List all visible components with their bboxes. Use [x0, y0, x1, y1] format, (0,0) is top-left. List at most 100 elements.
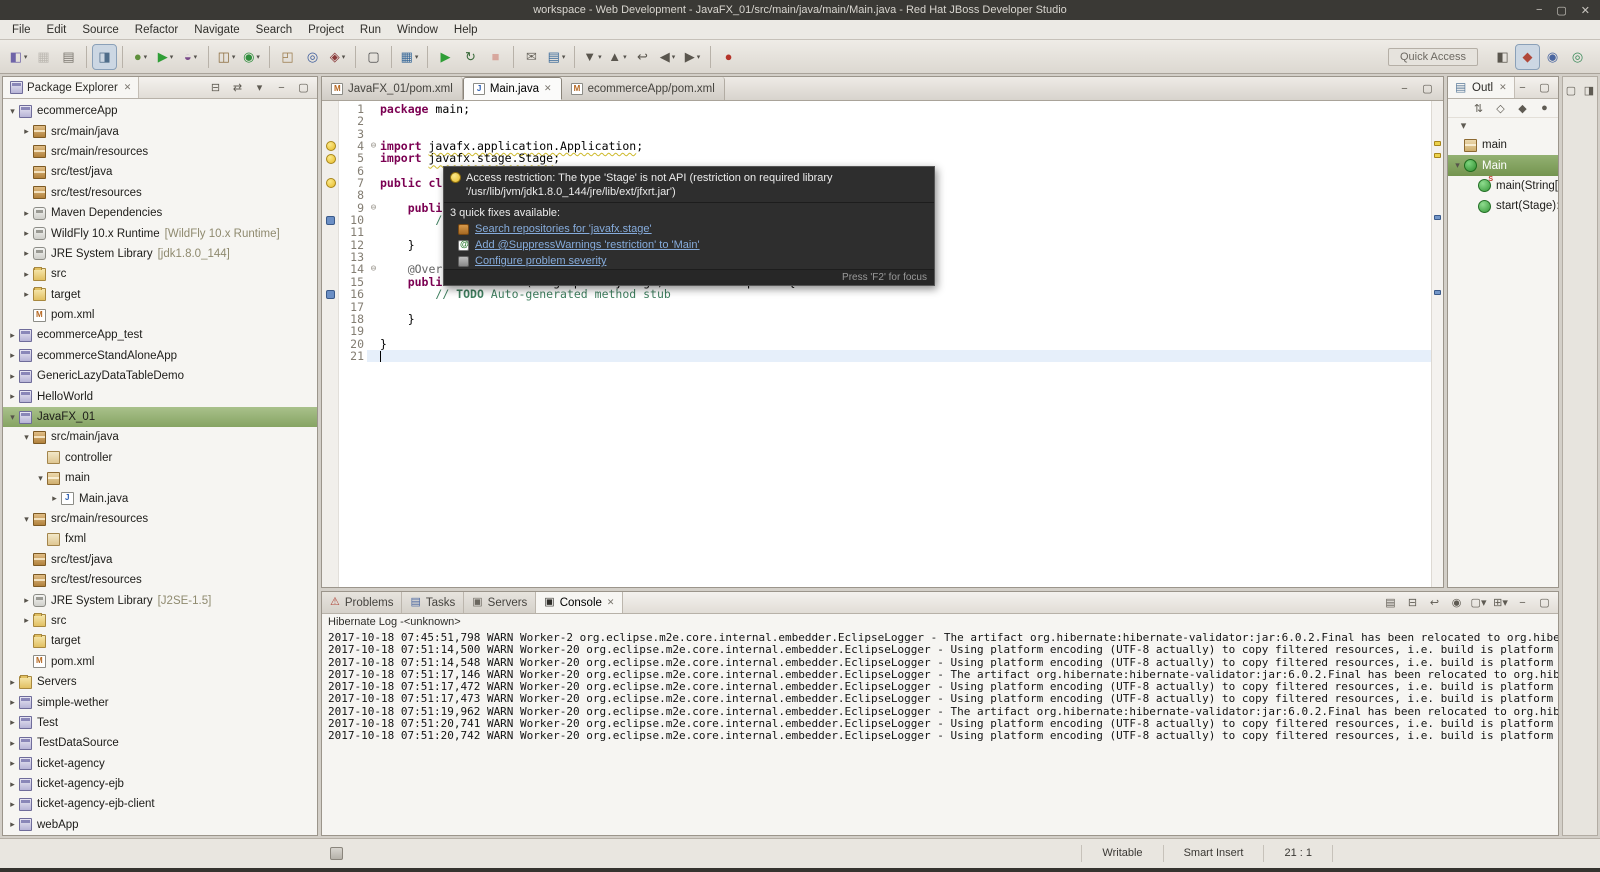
- coverage-button[interactable]: ◒ ▾: [179, 45, 202, 69]
- minimized-view-icon[interactable]: ▢: [1564, 83, 1578, 97]
- tree-item[interactable]: main: [1448, 135, 1558, 155]
- expand-arrow-icon[interactable]: ▸: [20, 228, 33, 239]
- menu-refactor[interactable]: Refactor: [127, 22, 186, 38]
- expand-arrow-icon[interactable]: ▾: [34, 473, 47, 484]
- dropdown-arrow-icon[interactable]: ▾: [415, 53, 419, 61]
- hide-static-button[interactable]: ◆: [1515, 101, 1530, 116]
- dropdown-arrow-icon[interactable]: ▾: [170, 53, 174, 61]
- open-perspective-button[interactable]: ◧: [1491, 45, 1514, 69]
- tab-outline[interactable]: Outl ✕: [1448, 77, 1515, 98]
- maximize-view-button[interactable]: ▢: [1537, 80, 1552, 95]
- clear-console-button[interactable]: ▤: [1383, 595, 1398, 610]
- view-menu-button[interactable]: ▾: [252, 80, 267, 95]
- expand-arrow-icon[interactable]: ▸: [6, 799, 19, 810]
- task-overview-mark[interactable]: [1434, 215, 1441, 220]
- expand-arrow-icon[interactable]: ▸: [20, 595, 33, 606]
- expand-arrow-icon[interactable]: ▸: [48, 493, 61, 504]
- code-line[interactable]: 2: [322, 115, 1431, 128]
- overview-ruler[interactable]: [1431, 101, 1443, 587]
- menu-window[interactable]: Window: [389, 22, 446, 38]
- tab-console[interactable]: ▣ Console ✕: [536, 592, 624, 613]
- tree-item[interactable]: ▸ Test: [3, 713, 317, 733]
- maximize-view-button[interactable]: ▢: [1420, 81, 1435, 96]
- tab-problems[interactable]: ⚠ Problems: [322, 592, 403, 613]
- web-perspective-button[interactable]: ◎: [1566, 45, 1589, 69]
- code-line[interactable]: 5 import javafx.stage.Stage;: [322, 152, 1431, 165]
- tree-item[interactable]: ▸ TestDataSource: [3, 733, 317, 753]
- javaee-perspective-button[interactable]: ◆: [1515, 43, 1540, 70]
- expand-arrow-icon[interactable]: ▸: [20, 289, 33, 300]
- task-marker-icon[interactable]: [326, 289, 335, 299]
- warn-overview-mark[interactable]: [1434, 153, 1441, 158]
- editor-body[interactable]: 1 package main; 2 3 4 ⊖ import javafx.applicat…: [322, 101, 1443, 587]
- close-button[interactable]: ✕: [1581, 4, 1590, 17]
- scroll-lock-button[interactable]: ⊟: [1405, 595, 1420, 610]
- tree-item[interactable]: ▸ Main.java: [3, 488, 317, 508]
- search-button[interactable]: ◎: [301, 45, 324, 69]
- tree-item[interactable]: ▸ ecommerceApp_test: [3, 325, 317, 345]
- expand-arrow-icon[interactable]: ▸: [6, 738, 19, 749]
- dropdown-arrow-icon[interactable]: ▾: [24, 53, 28, 61]
- tree-item[interactable]: ▸ ticket-agency: [3, 754, 317, 774]
- code-line[interactable]: 21: [322, 350, 1431, 362]
- database-button[interactable]: ▤ ▾: [545, 45, 568, 69]
- expand-arrow-icon[interactable]: ▸: [6, 330, 19, 341]
- view-menu-chevron-icon[interactable]: ▾: [1456, 118, 1471, 133]
- open-console-button[interactable]: ⊞▾: [1493, 595, 1508, 610]
- quickfix-link[interactable]: Configure problem severity: [475, 255, 606, 267]
- code-line[interactable]: 19: [322, 325, 1431, 338]
- tree-item[interactable]: ▸ src: [3, 264, 317, 284]
- warning-marker-icon[interactable]: [325, 153, 336, 164]
- dropdown-arrow-icon[interactable]: ▾: [194, 53, 198, 61]
- expand-arrow-icon[interactable]: ▸: [6, 819, 19, 830]
- dropdown-arrow-icon[interactable]: ▾: [623, 53, 627, 61]
- collapse-all-button[interactable]: ⊟: [208, 80, 223, 95]
- tree-item[interactable]: src/test/resources: [3, 570, 317, 590]
- tree-item[interactable]: ▸ simple-wether: [3, 692, 317, 712]
- java-perspective-button[interactable]: ◉: [1541, 45, 1564, 69]
- quickfix-item[interactable]: Add @SuppressWarnings 'restriction' to '…: [444, 237, 934, 253]
- console-output[interactable]: 2017-10-18 07:45:51,798 WARN Worker-2 or…: [322, 630, 1558, 835]
- tree-item[interactable]: fxml: [3, 529, 317, 549]
- tab-servers[interactable]: ▣ Servers: [464, 592, 537, 613]
- tree-item[interactable]: target: [3, 631, 317, 651]
- expand-arrow-icon[interactable]: ▸: [6, 779, 19, 790]
- tree-item[interactable]: ▾ src/main/resources: [3, 509, 317, 529]
- expand-arrow-icon[interactable]: ▸: [6, 371, 19, 382]
- next-annotation-button[interactable]: ▼ ▾: [581, 45, 604, 69]
- debug-button[interactable]: ● ▾: [129, 45, 152, 69]
- tree-item[interactable]: pom.xml: [3, 305, 317, 325]
- expand-arrow-icon[interactable]: ▸: [6, 350, 19, 361]
- fold-collapse-icon[interactable]: ⊖: [367, 263, 380, 275]
- display-selected-console-button[interactable]: ▢▾: [1471, 595, 1487, 610]
- quickfix-item[interactable]: Configure problem severity: [444, 253, 934, 269]
- mail-console-button[interactable]: ✉: [520, 45, 543, 69]
- quickfix-link[interactable]: Add @SuppressWarnings 'restriction' to '…: [475, 239, 700, 251]
- menu-file[interactable]: File: [4, 22, 39, 38]
- tree-item[interactable]: ▾ main: [3, 468, 317, 488]
- expand-arrow-icon[interactable]: ▾: [1451, 160, 1464, 171]
- close-icon[interactable]: ✕: [1499, 82, 1507, 93]
- expand-arrow-icon[interactable]: ▸: [6, 677, 19, 688]
- editor-tab[interactable]: ecommerceApp/pom.xml: [561, 77, 725, 100]
- expand-arrow-icon[interactable]: ▸: [6, 391, 19, 402]
- close-icon[interactable]: ✕: [124, 82, 132, 93]
- minimize-button[interactable]: −: [1536, 4, 1542, 16]
- warn-overview-mark[interactable]: [1434, 141, 1441, 146]
- hide-non-public-button[interactable]: ●: [1537, 101, 1552, 116]
- word-wrap-button[interactable]: ↩: [1427, 595, 1442, 610]
- tree-item[interactable]: controller: [3, 448, 317, 468]
- tree-item[interactable]: ▸ ecommerceStandAloneApp: [3, 346, 317, 366]
- fold-collapse-icon[interactable]: ⊖: [367, 202, 380, 214]
- tab-tasks[interactable]: ▤ Tasks: [402, 592, 465, 613]
- back-button[interactable]: ◀ ▾: [656, 45, 679, 69]
- menu-help[interactable]: Help: [446, 22, 486, 38]
- maximize-view-button[interactable]: ▢: [296, 80, 311, 95]
- minimized-view-icon[interactable]: ◨: [1582, 83, 1596, 97]
- menu-source[interactable]: Source: [74, 22, 126, 38]
- tree-item[interactable]: ▸ Maven Dependencies: [3, 203, 317, 223]
- print-button[interactable]: ▤: [57, 45, 80, 69]
- terminal-button[interactable]: ▢: [362, 45, 385, 69]
- minimize-view-button[interactable]: −: [1515, 595, 1530, 610]
- expand-arrow-icon[interactable]: ▸: [6, 758, 19, 769]
